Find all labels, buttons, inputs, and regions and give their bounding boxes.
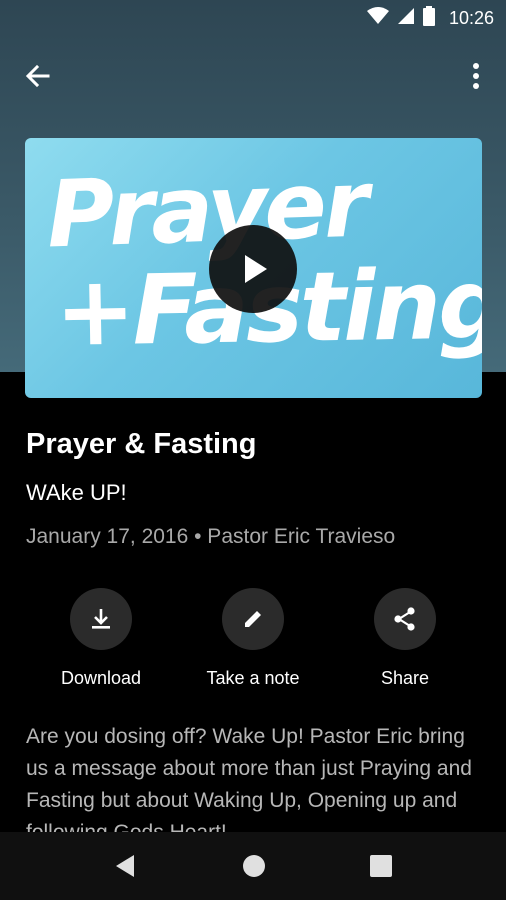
share-label: Share <box>380 668 430 688</box>
more-vert-icon <box>473 63 479 89</box>
app-bar <box>0 48 506 104</box>
home-circle-icon <box>243 855 265 877</box>
nav-back-button[interactable] <box>112 852 140 880</box>
pencil-icon <box>245 611 261 627</box>
back-triangle-icon <box>116 855 134 877</box>
more-options-button[interactable] <box>462 60 490 92</box>
take-note-button[interactable]: Take a note <box>178 588 328 689</box>
wifi-icon <box>366 6 389 30</box>
take-note-label: Take a note <box>206 668 300 688</box>
sermon-description: Are you dosing off? Wake Up! Pastor Eric… <box>26 725 472 833</box>
share-button[interactable]: Share <box>330 588 480 689</box>
arrow-left-icon <box>25 64 50 88</box>
status-bar: 10:26 <box>0 0 506 36</box>
nav-recents-button[interactable] <box>367 852 395 880</box>
back-button[interactable] <box>22 60 54 92</box>
download-icon <box>92 609 110 629</box>
download-label: Download <box>60 668 142 688</box>
status-time: 10:26 <box>448 7 494 28</box>
cell-signal-icon <box>397 7 415 30</box>
share-circle <box>374 588 436 650</box>
download-circle <box>70 588 132 650</box>
sermon-meta: January 17, 2016 • Pastor Eric Travieso <box>26 525 396 548</box>
play-button[interactable] <box>209 225 297 313</box>
artwork-title-line1: Prayer <box>45 150 368 269</box>
sermon-subtitle: WAke UP! <box>26 480 127 505</box>
recents-square-icon <box>370 855 392 877</box>
nav-home-button[interactable] <box>240 852 268 880</box>
play-icon <box>245 255 267 283</box>
battery-icon <box>422 5 435 31</box>
sermon-title: Prayer & Fasting <box>26 428 257 460</box>
system-nav-bar <box>0 832 506 900</box>
share-icon <box>394 607 415 631</box>
download-button[interactable]: Download <box>26 588 176 689</box>
take-note-circle <box>222 588 284 650</box>
sermon-artwork: Prayer +Fasting <box>25 138 482 398</box>
